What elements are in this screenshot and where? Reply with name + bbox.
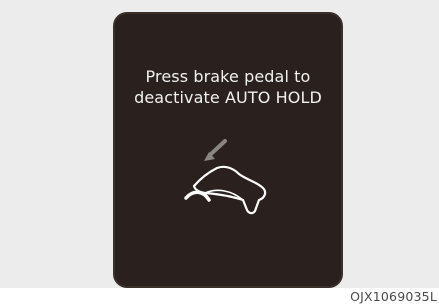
cluster-display-panel: Press brake pedal to deactivate AUTO HOL…	[113, 12, 343, 288]
press-down-arrow-icon	[204, 139, 227, 161]
message-line-2: deactivate AUTO HOLD	[134, 88, 322, 107]
auto-hold-message: Press brake pedal to deactivate AUTO HOL…	[115, 66, 341, 108]
figure-code: OJX1069035L	[350, 289, 437, 304]
foot-outline	[192, 165, 267, 215]
foot-on-brake-pedal-icon	[184, 139, 267, 215]
message-line-1: Press brake pedal to	[145, 67, 311, 86]
figure-background: Press brake pedal to deactivate AUTO HOL…	[0, 0, 439, 288]
